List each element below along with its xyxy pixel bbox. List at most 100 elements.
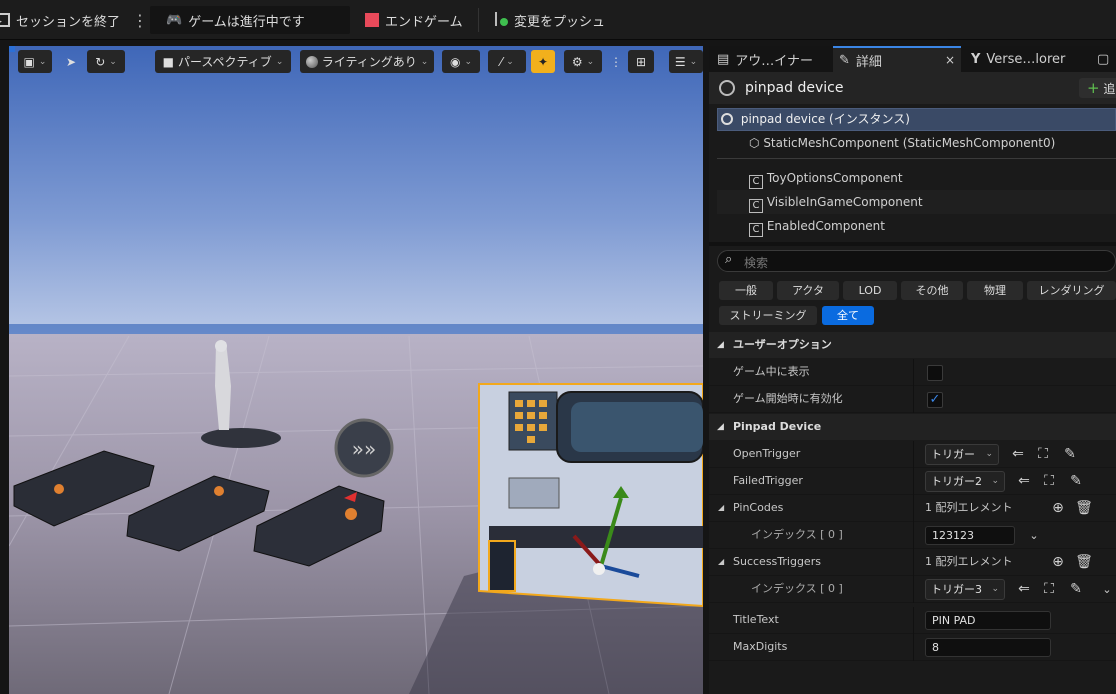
chevron-down-icon[interactable]: ⌄ <box>1025 526 1043 544</box>
component-item[interactable]: C EnabledComponent <box>717 214 1116 238</box>
collapse-triangle-icon: ◢ <box>717 422 724 432</box>
add-component-button[interactable]: + 追 <box>1079 78 1116 98</box>
filter-misc[interactable]: その他 <box>901 281 963 300</box>
select-mode-button[interactable]: ➤ <box>61 50 81 73</box>
show-flags-button[interactable]: ◉ ⌄ <box>442 50 480 73</box>
actor-sphere-icon <box>719 80 735 96</box>
eyedropper-icon[interactable]: ✎ <box>1067 472 1085 490</box>
filter-actor[interactable]: アクタ <box>777 281 839 300</box>
divider <box>717 158 1116 159</box>
add-element-icon[interactable]: ⊕ <box>1049 553 1067 571</box>
tab-verse-explorer[interactable]: Y Verse…lorer <box>965 46 1089 72</box>
tab-outliner[interactable]: ▤ アウ…イナー <box>711 46 829 72</box>
prop-label: ゲーム中に表示 <box>733 365 810 378</box>
rotate-snap-button[interactable]: ↻ ⌄ <box>87 50 125 73</box>
perspective-dropdown[interactable]: ■ パースペクティブ ⌄ <box>155 50 291 73</box>
end-session-button[interactable]: ▶ セッションを終了 <box>0 0 120 40</box>
filter-all[interactable]: 全て <box>822 306 874 325</box>
folder-icon[interactable]: ▢ <box>1091 46 1116 72</box>
max-digits-input[interactable]: 8 <box>925 638 1051 657</box>
settings-dropdown[interactable]: ⚙ ⌄ <box>564 50 602 73</box>
browse-icon[interactable]: ⛶ <box>1040 580 1058 598</box>
browse-icon[interactable]: ⛶ <box>1040 472 1058 490</box>
prop-row: MaxDigits 8 <box>709 634 1116 661</box>
push-changes-label: 変更をプッシュ <box>514 14 606 30</box>
prop-label: TitleText <box>733 613 779 626</box>
kebab-menu-icon[interactable]: ⋮ <box>132 0 148 40</box>
filter-streaming[interactable]: ストリーミング <box>719 306 817 325</box>
viewport-kebab-icon[interactable]: ⋮ <box>609 50 623 73</box>
component-item[interactable]: C VisibleInGameComponent <box>717 190 1116 214</box>
hamburger-icon: ☰ <box>674 54 686 69</box>
column-splitter[interactable] <box>913 607 914 634</box>
layout-grid-button[interactable]: ⊞ <box>628 50 654 73</box>
perspective-label: パースペクティブ <box>177 55 272 69</box>
pin-code-input[interactable]: 123123 <box>925 526 1015 545</box>
add-label: 追 <box>1103 82 1116 96</box>
prop-row: ◢ PinCodes 1 配列エレメント ⊕ 🗑 <box>709 495 1116 522</box>
push-changes-button[interactable]: 変更をプッシュ <box>492 0 605 40</box>
array-count: 1 配列エレメント <box>925 555 1013 568</box>
highlight-toggle-button[interactable]: ✦ <box>531 50 555 73</box>
actor-title: pinpad device <box>719 76 843 100</box>
column-splitter[interactable] <box>913 576 914 603</box>
splitter[interactable] <box>709 242 1116 246</box>
column-splitter[interactable] <box>913 468 914 495</box>
column-splitter[interactable] <box>913 359 914 386</box>
trash-icon[interactable]: 🗑 <box>1075 499 1093 517</box>
eyedropper-icon[interactable]: ✎ <box>1067 580 1085 598</box>
component-item[interactable]: C ToyOptionsComponent <box>717 166 1116 190</box>
filter-lod[interactable]: LOD <box>843 281 897 300</box>
transform-mode-button[interactable]: ▣ ⌄ <box>18 50 52 73</box>
column-splitter[interactable] <box>913 386 914 413</box>
use-selected-icon[interactable]: ⇐ <box>1015 472 1033 490</box>
close-icon[interactable]: × <box>945 53 955 67</box>
pencil-icon: ✎ <box>839 52 850 68</box>
prop-row: インデックス [ 0 ] トリガー3 ⌄ ⇐ ⛶ ✎ ⌄ <box>709 576 1116 603</box>
browse-icon[interactable]: ⛶ <box>1034 445 1052 463</box>
filter-rendering[interactable]: レンダリング <box>1027 281 1116 300</box>
section-pinpad-device[interactable]: ◢ Pinpad Device <box>709 414 1116 440</box>
component-label: VisibleInGameComponent <box>766 195 923 209</box>
viewport-menu-button[interactable]: ☰ ⌄ <box>669 50 703 73</box>
game-status: 🎮 ゲームは進行中です <box>166 0 305 40</box>
success-trigger-dropdown[interactable]: トリガー3 ⌄ <box>925 579 1005 600</box>
sphere-icon <box>305 55 318 68</box>
failed-trigger-dropdown[interactable]: トリガー2 ⌄ <box>925 471 1005 492</box>
column-splitter[interactable] <box>913 441 914 468</box>
expand-triangle-icon[interactable]: ◢ <box>718 503 724 512</box>
eyedropper-icon[interactable]: ✎ <box>1061 445 1079 463</box>
tab-details[interactable]: ✎ 詳細 × <box>833 46 961 72</box>
checkmark-icon: ✓ <box>929 392 941 407</box>
collapse-triangle-icon: ◢ <box>717 340 724 350</box>
lighting-dropdown[interactable]: ライティングあり ⌄ <box>300 50 434 73</box>
cursor-arrow-icon: ➤ <box>65 54 77 69</box>
use-selected-icon[interactable]: ⇐ <box>1009 445 1027 463</box>
filter-physics[interactable]: 物理 <box>967 281 1023 300</box>
end-game-button[interactable]: エンドゲーム <box>365 0 463 40</box>
title-text-input[interactable]: PIN PAD <box>925 611 1051 630</box>
section-label: Pinpad Device <box>733 420 822 433</box>
expand-triangle-icon[interactable]: ◢ <box>718 557 724 566</box>
section-user-options[interactable]: ◢ ユーザーオプション <box>709 332 1116 358</box>
show-in-game-checkbox[interactable] <box>927 365 943 381</box>
use-selected-icon[interactable]: ⇐ <box>1015 580 1033 598</box>
filter-general[interactable]: 一般 <box>719 281 773 300</box>
trash-icon[interactable]: 🗑 <box>1075 553 1093 571</box>
chevron-down-icon[interactable]: ⌄ <box>1098 580 1116 598</box>
add-element-icon[interactable]: ⊕ <box>1049 499 1067 517</box>
level-viewport[interactable]: »» ▣ ⌄ ➤ ↻ ⌄ ■ パースペクティブ ⌄ ライティングあり ⌄ ◉ ⌄ ⁄ ⌄ ✦ … <box>9 46 703 694</box>
column-splitter[interactable] <box>913 495 914 522</box>
column-splitter[interactable] <box>913 549 914 576</box>
prop-label: PinCodes <box>733 501 784 514</box>
column-splitter[interactable] <box>913 634 914 661</box>
component-c-icon: C <box>749 223 763 237</box>
enable-at-start-checkbox[interactable]: ✓ <box>927 392 943 408</box>
viewport-corner-marker <box>9 46 15 52</box>
component-item[interactable]: ⬡ StaticMeshComponent (StaticMeshCompone… <box>717 131 1116 155</box>
column-splitter[interactable] <box>913 522 914 549</box>
search-input[interactable]: ⌕ 検索 <box>717 250 1116 272</box>
open-trigger-dropdown[interactable]: トリガー ⌄ <box>925 444 999 465</box>
realtime-button[interactable]: ⁄ ⌄ <box>488 50 526 73</box>
viewport-toolbar: ▣ ⌄ ➤ ↻ ⌄ ■ パースペクティブ ⌄ ライティングあり ⌄ ◉ ⌄ ⁄ ⌄ ✦ ⚙ ⌄ … <box>9 46 703 78</box>
